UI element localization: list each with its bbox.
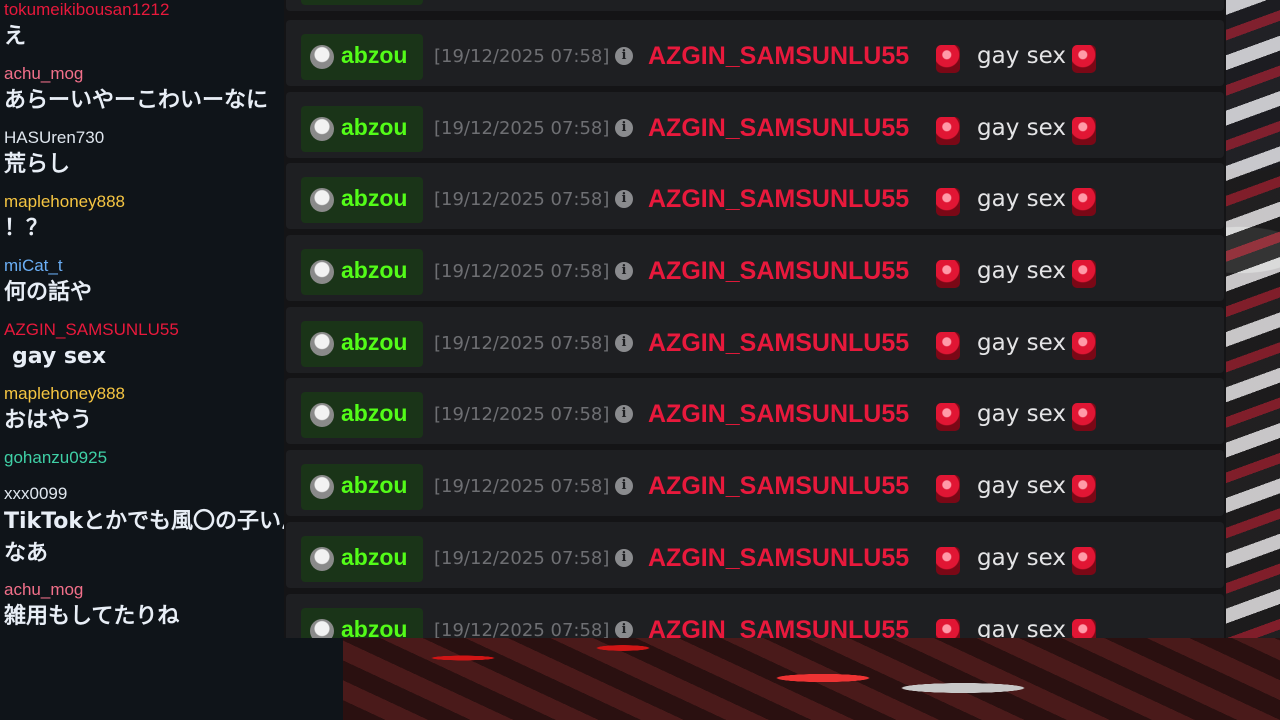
user-badge[interactable]: abzou — [301, 34, 423, 80]
avatar — [310, 332, 334, 356]
red-emote-icon — [936, 619, 960, 638]
user-badge[interactable]: abzou — [301, 536, 423, 582]
chat-message-row: abzou [19/12/2025 07:58] i AZGIN_SAMSUNL… — [286, 307, 1224, 373]
message-username[interactable]: AZGIN_SAMSUNLU55 — [648, 472, 909, 501]
user-badge[interactable]: abzou — [301, 249, 423, 295]
user-badge[interactable]: abzou — [301, 321, 423, 367]
avatar — [310, 619, 334, 638]
info-icon[interactable]: i — [615, 119, 633, 137]
user-badge[interactable]: abzou — [301, 608, 423, 638]
chat-message-row: abzou [19/12/2025 07:58] i AZGIN_SAMSUNL… — [286, 235, 1224, 301]
user-badge[interactable]: abzou — [301, 464, 423, 510]
message-timestamp: [19/12/2025 07:58] — [434, 476, 610, 497]
badge-username: abzou — [341, 472, 408, 498]
message-timestamp: [19/12/2025 07:58] — [434, 404, 610, 425]
message-timestamp: [19/12/2025 07:58] — [434, 261, 610, 282]
message-timestamp: [19/12/2025 07:58] — [434, 46, 610, 67]
avatar — [310, 45, 334, 69]
chat-message-row: abzou [19/12/2025 07:58] i AZGIN_SAMSUNL… — [286, 522, 1224, 588]
message-timestamp: [19/12/2025 07:58] — [434, 118, 610, 139]
red-emote-icon — [936, 332, 960, 360]
user-badge[interactable]: abzou — [301, 177, 423, 223]
chat-message-row: abzou [19/12/2025 07:58] i AZGIN_SAMSUNL… — [286, 163, 1224, 229]
chat-message-row: abzou [19/12/2025 07:58] i AZGIN_SAMSUNL… — [286, 378, 1224, 444]
chat-message-row: abzou [19/12/2025 07:58] i AZGIN_SAMSUNL… — [286, 92, 1224, 158]
red-emote-icon — [936, 475, 960, 503]
red-emote-icon — [1072, 332, 1096, 360]
message-timestamp: [19/12/2025 07:58] — [434, 189, 610, 210]
message-username[interactable]: AZGIN_SAMSUNLU55 — [648, 42, 909, 71]
info-icon[interactable]: i — [615, 47, 633, 65]
message-text: gay sex — [977, 258, 1066, 284]
message-text: gay sex — [977, 115, 1066, 141]
badge-username: abzou — [341, 42, 408, 68]
avatar — [310, 260, 334, 284]
badge-username: abzou — [341, 185, 408, 211]
message-text: gay sex — [977, 545, 1066, 571]
message-text: gay sex — [977, 186, 1066, 212]
red-emote-icon — [1072, 117, 1096, 145]
background-art-stripe — [1226, 0, 1280, 720]
red-emote-icon — [936, 117, 960, 145]
red-emote-icon — [936, 188, 960, 216]
red-emote-icon — [1072, 260, 1096, 288]
info-icon[interactable]: i — [615, 405, 633, 423]
info-icon[interactable]: i — [615, 549, 633, 567]
chat-message-row: abzou [19/12/2025 07:58] i AZGIN_SAMSUNL… — [286, 594, 1224, 638]
badge-username: abzou — [341, 544, 408, 570]
badge-username: abzou — [341, 114, 408, 140]
message-text: gay sex — [977, 330, 1066, 356]
message-timestamp: [19/12/2025 07:58] — [434, 548, 610, 569]
red-emote-icon — [1072, 45, 1096, 73]
chat-message-row: abzou [19/12/2025 07:58] i AZGIN_SAMSUNL… — [286, 20, 1224, 86]
red-emote-icon — [1072, 547, 1096, 575]
red-emote-icon — [936, 45, 960, 73]
avatar — [310, 188, 334, 212]
message-timestamp: [19/12/2025 07:58] — [434, 620, 610, 638]
user-badge[interactable]: abzou — [301, 106, 423, 152]
comment-text: TikTokとかでも風〇の子いんなあ — [4, 509, 304, 566]
avatar — [310, 547, 334, 571]
info-icon[interactable]: i — [615, 190, 633, 208]
chat-message-row — [286, 0, 1224, 11]
user-badge[interactable]: abzou — [301, 392, 423, 438]
red-emote-icon — [936, 547, 960, 575]
avatar — [310, 117, 334, 141]
red-emote-icon — [936, 403, 960, 431]
user-badge[interactable] — [301, 0, 423, 5]
red-emote-icon — [1072, 619, 1096, 638]
badge-username: abzou — [341, 329, 408, 355]
red-emote-icon — [936, 260, 960, 288]
avatar — [310, 403, 334, 427]
message-username[interactable]: AZGIN_SAMSUNLU55 — [648, 616, 909, 638]
info-icon[interactable]: i — [615, 334, 633, 352]
message-username[interactable]: AZGIN_SAMSUNLU55 — [648, 257, 909, 286]
chat-message-row: abzou [19/12/2025 07:58] i AZGIN_SAMSUNL… — [286, 450, 1224, 516]
badge-username: abzou — [341, 257, 408, 283]
message-username[interactable]: AZGIN_SAMSUNLU55 — [648, 400, 909, 429]
avatar — [310, 475, 334, 499]
message-timestamp: [19/12/2025 07:58] — [434, 333, 610, 354]
message-username[interactable]: AZGIN_SAMSUNLU55 — [648, 329, 909, 358]
message-username[interactable]: AZGIN_SAMSUNLU55 — [648, 185, 909, 214]
message-text: gay sex — [977, 43, 1066, 69]
message-text: gay sex — [977, 401, 1066, 427]
chat-panel: abzou [19/12/2025 07:58] i AZGIN_SAMSUNL… — [284, 0, 1226, 638]
info-icon[interactable]: i — [615, 477, 633, 495]
message-text: gay sex — [977, 617, 1066, 638]
background-art-bottom — [343, 638, 1280, 720]
badge-username: abzou — [341, 400, 408, 426]
red-emote-icon — [1072, 188, 1096, 216]
message-text: gay sex — [977, 473, 1066, 499]
red-emote-icon — [1072, 475, 1096, 503]
red-emote-icon — [1072, 403, 1096, 431]
message-username[interactable]: AZGIN_SAMSUNLU55 — [648, 544, 909, 573]
info-icon[interactable]: i — [615, 262, 633, 280]
badge-username: abzou — [341, 616, 408, 638]
info-icon[interactable]: i — [615, 621, 633, 638]
message-username[interactable]: AZGIN_SAMSUNLU55 — [648, 114, 909, 143]
